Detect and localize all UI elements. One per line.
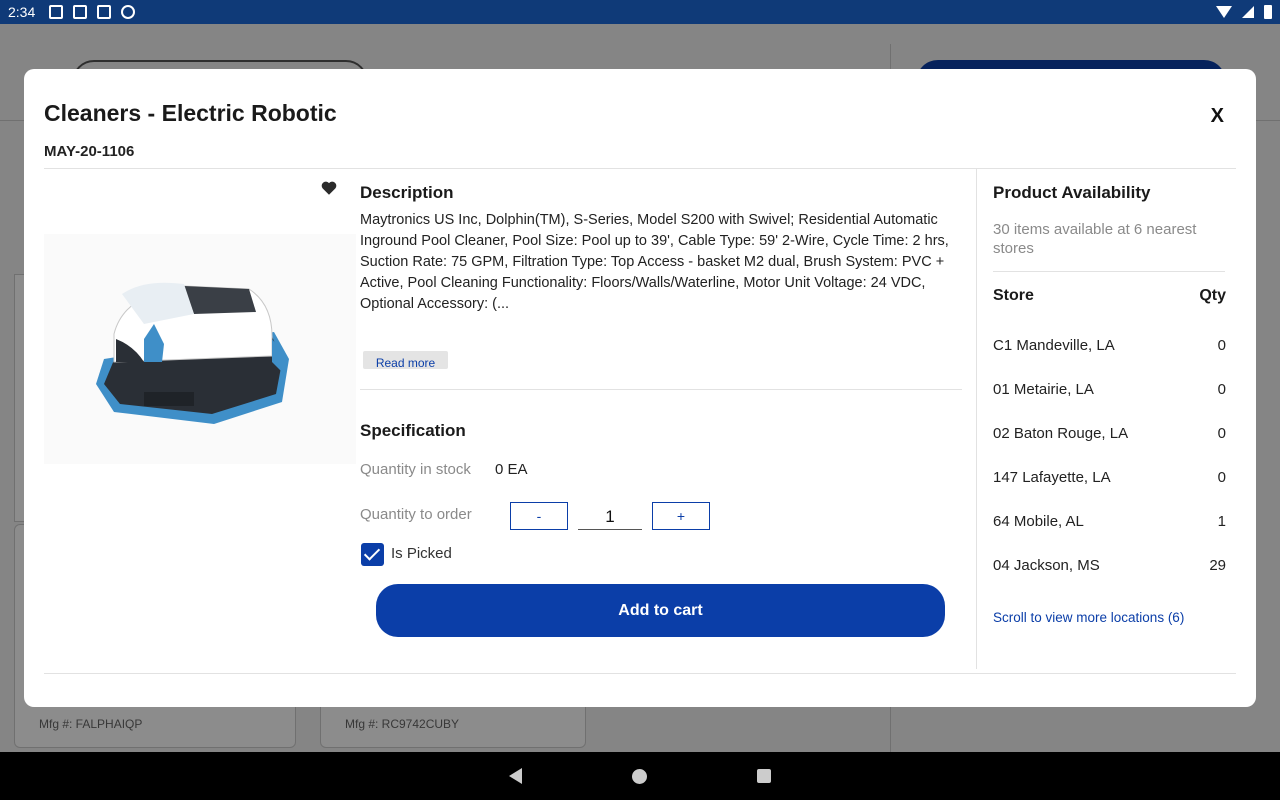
description-heading: Description <box>360 183 454 202</box>
status-indicators <box>1216 5 1272 19</box>
sync-icon <box>121 5 136 19</box>
store-qty: 29 <box>1209 557 1226 574</box>
quantity-to-order-label: Quantity to order <box>360 506 472 523</box>
store-name: 04 Jackson, MS <box>993 557 1100 574</box>
quantity-input[interactable] <box>578 504 642 530</box>
store-name: 147 Lafayette, LA <box>993 469 1111 486</box>
read-more-button[interactable]: Read more <box>363 351 448 369</box>
notification-icon <box>49 5 64 19</box>
home-icon[interactable] <box>632 768 647 784</box>
status-bar: 2:34 <box>0 0 1280 24</box>
modal-title: Cleaners - Electric Robotic <box>44 100 337 126</box>
store-qty: 0 <box>1217 469 1226 486</box>
decrement-quantity-button[interactable]: - <box>510 502 568 530</box>
store-qty: 0 <box>1217 381 1226 398</box>
product-image <box>44 234 356 464</box>
signal-icon <box>1242 6 1254 18</box>
increment-quantity-button[interactable]: + <box>652 502 710 530</box>
store-row: 02 Baton Rouge, LA 0 <box>993 425 1226 447</box>
store-row: 147 Lafayette, LA 0 <box>993 469 1226 491</box>
store-name: 64 Mobile, AL <box>993 513 1084 530</box>
store-column-header: Store <box>993 287 1034 304</box>
product-sku: MAY-20-1106 <box>44 143 135 160</box>
availability-summary: 30 items available at 6 nearest stores <box>993 221 1197 257</box>
system-nav-bar <box>0 752 1280 800</box>
store-name: C1 Mandeville, LA <box>993 337 1115 354</box>
product-modal: Cleaners - Electric Robotic MAY-20-1106 … <box>24 69 1256 707</box>
close-button[interactable]: X <box>1211 105 1224 128</box>
availability-divider <box>993 271 1225 272</box>
quantity-in-stock-label: Quantity in stock <box>360 461 471 478</box>
status-time: 2:34 <box>8 4 36 20</box>
availability-heading: Product Availability <box>993 183 1151 202</box>
sd-card-icon <box>97 5 112 19</box>
specification-heading: Specification <box>360 421 466 440</box>
store-row: 01 Metairie, LA 0 <box>993 381 1226 403</box>
column-divider <box>976 169 977 669</box>
store-name: 01 Metairie, LA <box>993 381 1094 398</box>
favorite-heart-icon[interactable] <box>320 179 338 197</box>
battery-icon <box>1264 5 1272 19</box>
store-qty: 1 <box>1217 513 1226 530</box>
section-divider <box>360 389 962 390</box>
add-to-cart-button[interactable]: Add to cart <box>376 584 945 637</box>
store-name: 02 Baton Rouge, LA <box>993 425 1129 442</box>
back-icon[interactable] <box>509 768 522 784</box>
qty-column-header: Qty <box>1199 287 1226 304</box>
recent-apps-icon[interactable] <box>757 769 771 783</box>
store-row: C1 Mandeville, LA 0 <box>993 337 1226 359</box>
scroll-more-locations-link[interactable]: Scroll to view more locations (6) <box>993 610 1184 625</box>
store-row: 64 Mobile, AL 1 <box>993 513 1226 535</box>
header-divider <box>44 168 1236 169</box>
store-row: 04 Jackson, MS 29 <box>993 557 1226 579</box>
store-qty: 0 <box>1217 337 1226 354</box>
is-picked-label: Is Picked <box>391 545 452 562</box>
wifi-icon <box>1216 6 1232 18</box>
is-picked-checkbox[interactable] <box>361 543 384 566</box>
task-icon <box>73 5 88 19</box>
description-text: Maytronics US Inc, Dolphin(TM), S-Series… <box>360 212 949 312</box>
store-qty: 0 <box>1217 425 1226 442</box>
footer-divider <box>44 673 1236 674</box>
quantity-in-stock-value: 0 EA <box>495 461 528 478</box>
